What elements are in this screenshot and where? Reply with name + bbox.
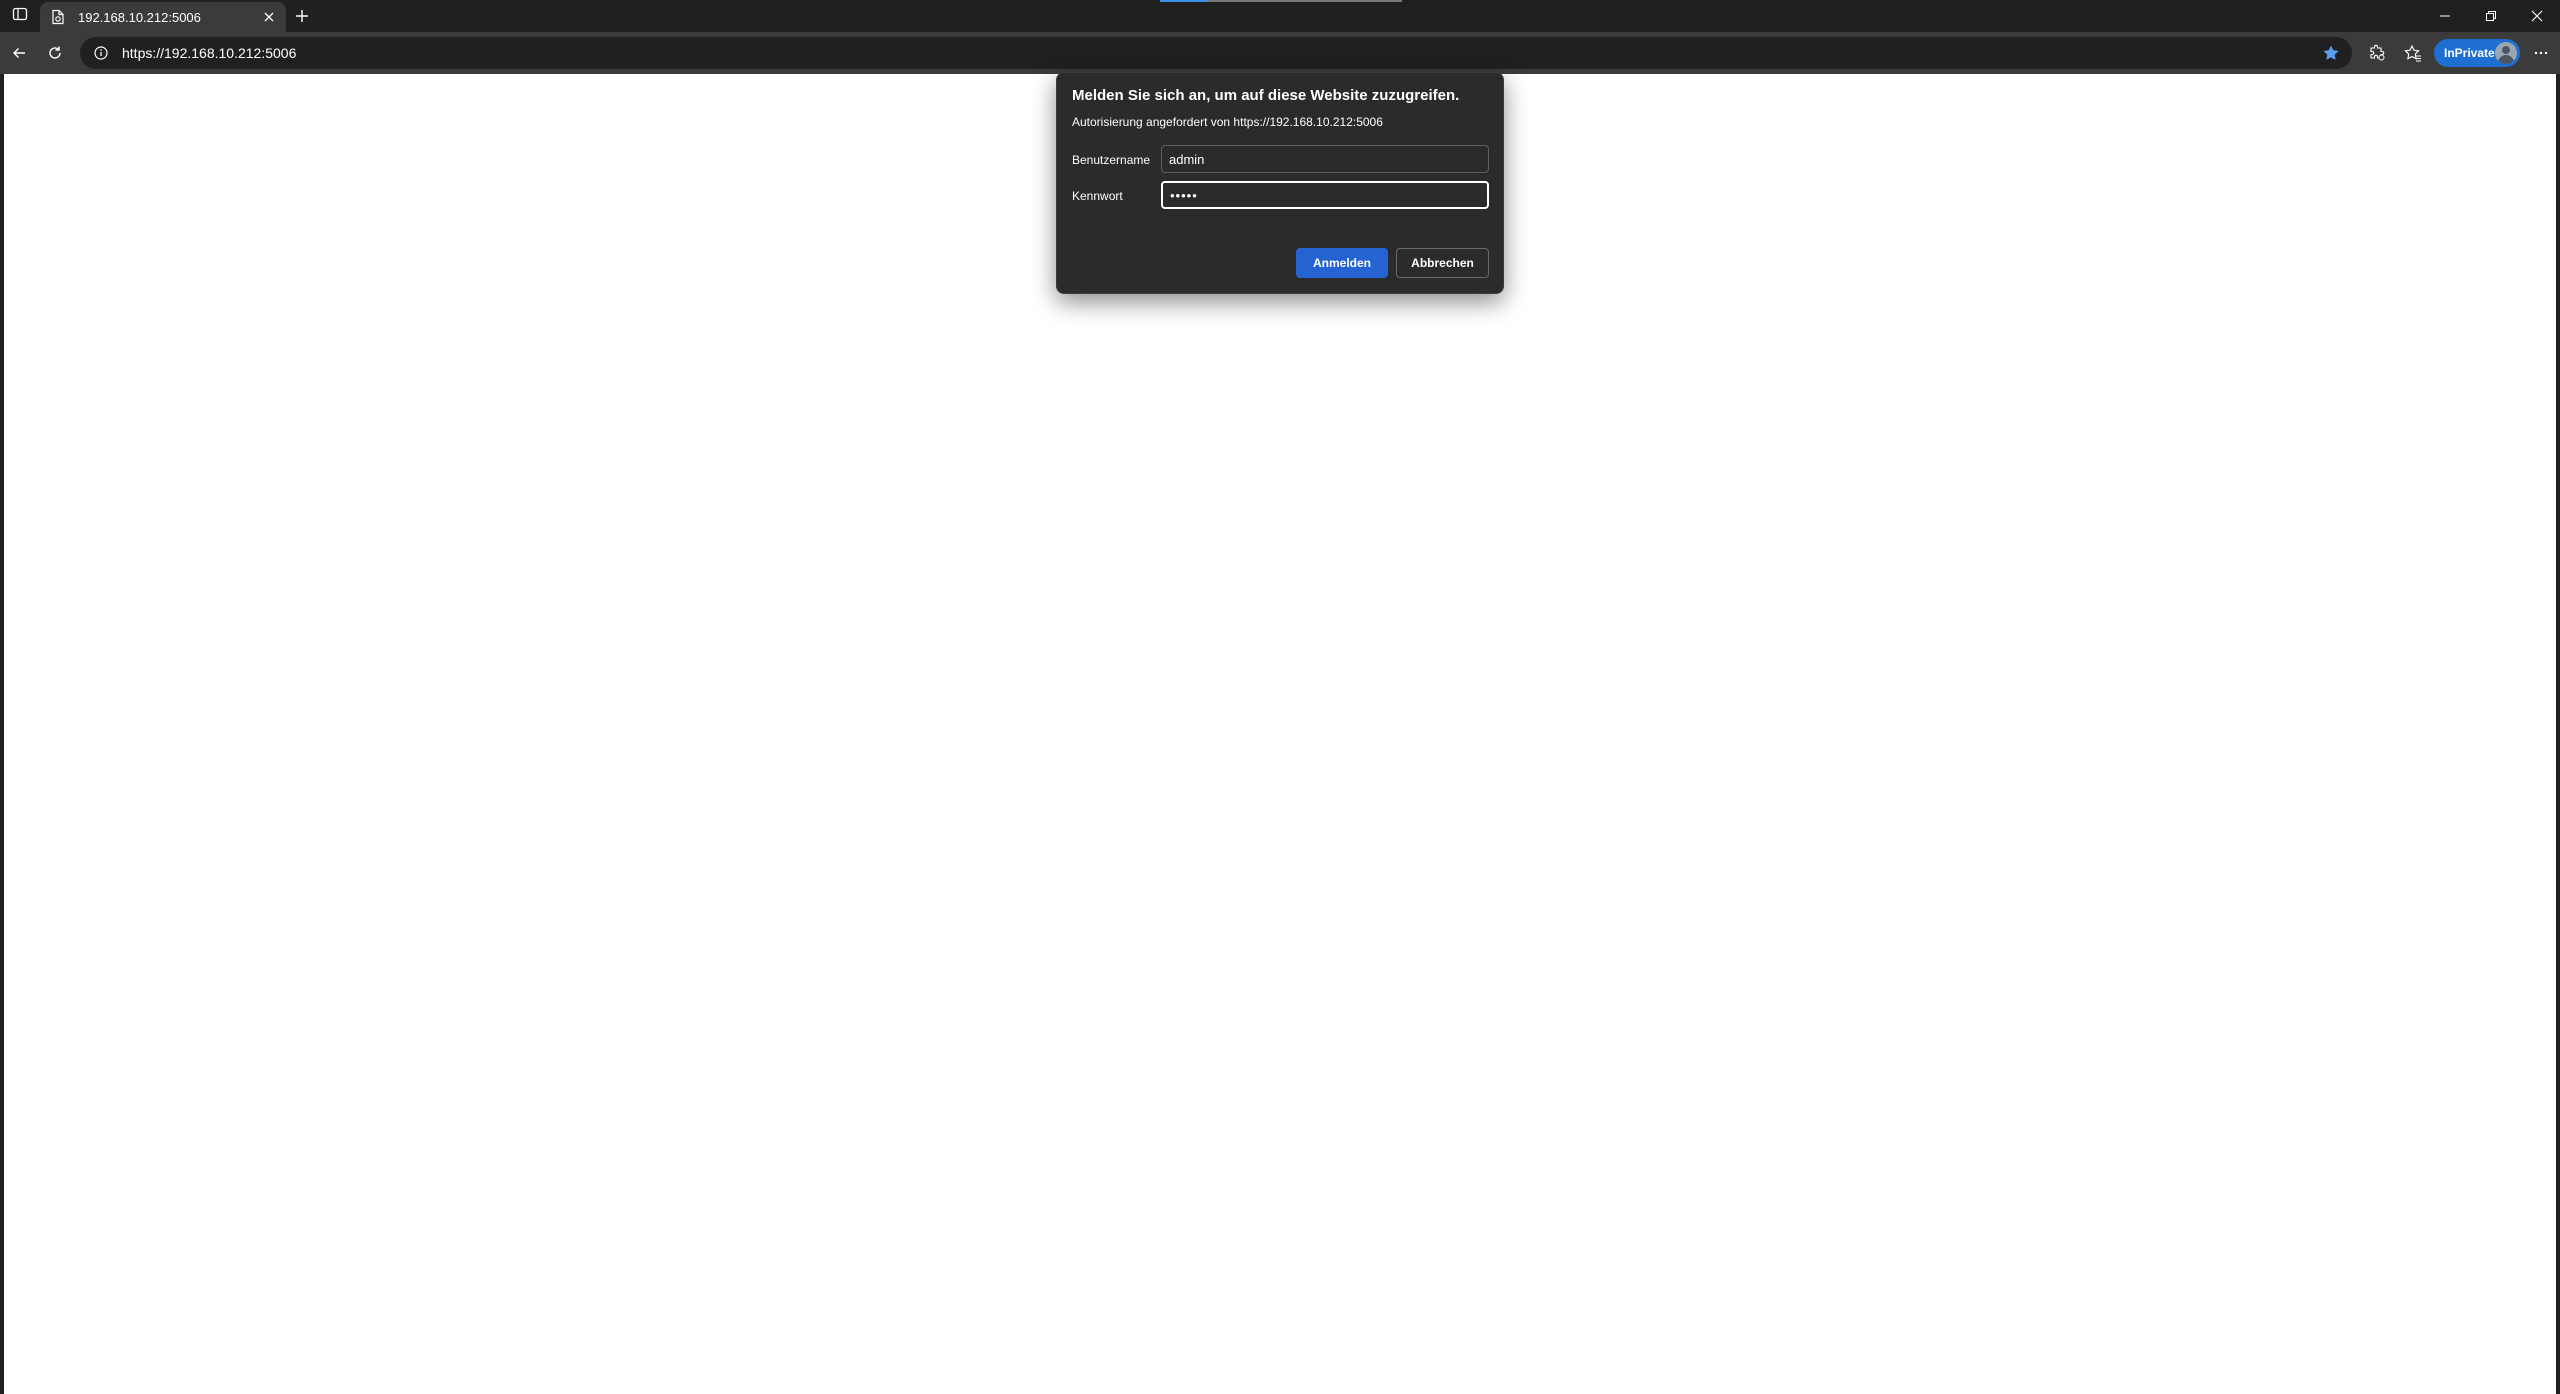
back-arrow-icon — [13, 48, 25, 58]
username-label: Benutzername — [1072, 153, 1151, 167]
tab-actions-icon — [12, 6, 28, 27]
login-button[interactable]: Anmelden — [1296, 248, 1388, 278]
plus-icon — [296, 10, 308, 22]
new-tab-button[interactable] — [288, 4, 316, 28]
star-icon — [2323, 45, 2339, 60]
site-info-button[interactable] — [86, 39, 116, 67]
extensions-button[interactable] — [2362, 39, 2392, 67]
close-window-button[interactable] — [2514, 0, 2560, 32]
back-button[interactable] — [4, 39, 34, 67]
tab-actions-button[interactable] — [6, 4, 34, 28]
tab-close-button[interactable] — [258, 6, 280, 28]
reload-icon — [49, 46, 61, 59]
password-label: Kennwort — [1072, 189, 1123, 203]
password-input[interactable] — [1161, 181, 1489, 209]
browser-toolbar: https://192.168.10.212:5006 InPrivate — [0, 32, 2560, 74]
dialog-subtitle: Autorisierung angefordert von https://19… — [1072, 115, 1383, 129]
favorite-button[interactable] — [2316, 39, 2346, 67]
extensions-icon — [2370, 44, 2385, 61]
dialog-title: Melden Sie sich an, um auf diese Website… — [1072, 87, 1460, 104]
more-icon — [2534, 51, 2548, 55]
page-favicon-icon — [50, 9, 66, 25]
url-text[interactable]: https://192.168.10.212:5006 — [122, 45, 2316, 61]
active-tab[interactable]: 192.168.10.212:5006 — [40, 2, 286, 32]
restore-button[interactable] — [2468, 0, 2514, 32]
avatar — [2495, 42, 2517, 64]
restore-icon — [2486, 11, 2496, 21]
info-icon — [94, 46, 108, 60]
username-input[interactable] — [1161, 145, 1489, 173]
reload-button[interactable] — [40, 39, 70, 67]
close-icon — [2531, 10, 2543, 22]
favorites-button[interactable] — [2398, 39, 2428, 67]
minimize-button[interactable] — [2422, 0, 2468, 32]
more-menu-button[interactable] — [2526, 39, 2556, 67]
loading-indicator — [1160, 0, 1402, 2]
tab-strip: 192.168.10.212:5006 — [0, 0, 2560, 32]
inprivate-profile-button[interactable]: InPrivate — [2434, 39, 2520, 67]
minimize-icon — [2440, 15, 2450, 17]
inprivate-label: InPrivate — [2444, 46, 2495, 60]
close-icon — [264, 12, 274, 22]
auth-dialog: Melden Sie sich an, um auf diese Website… — [1056, 72, 1504, 294]
tab-title: 192.168.10.212:5006 — [78, 9, 201, 25]
address-bar[interactable]: https://192.168.10.212:5006 — [80, 37, 2352, 69]
cancel-button[interactable]: Abbrechen — [1396, 248, 1489, 278]
favorites-icon — [2404, 44, 2421, 62]
